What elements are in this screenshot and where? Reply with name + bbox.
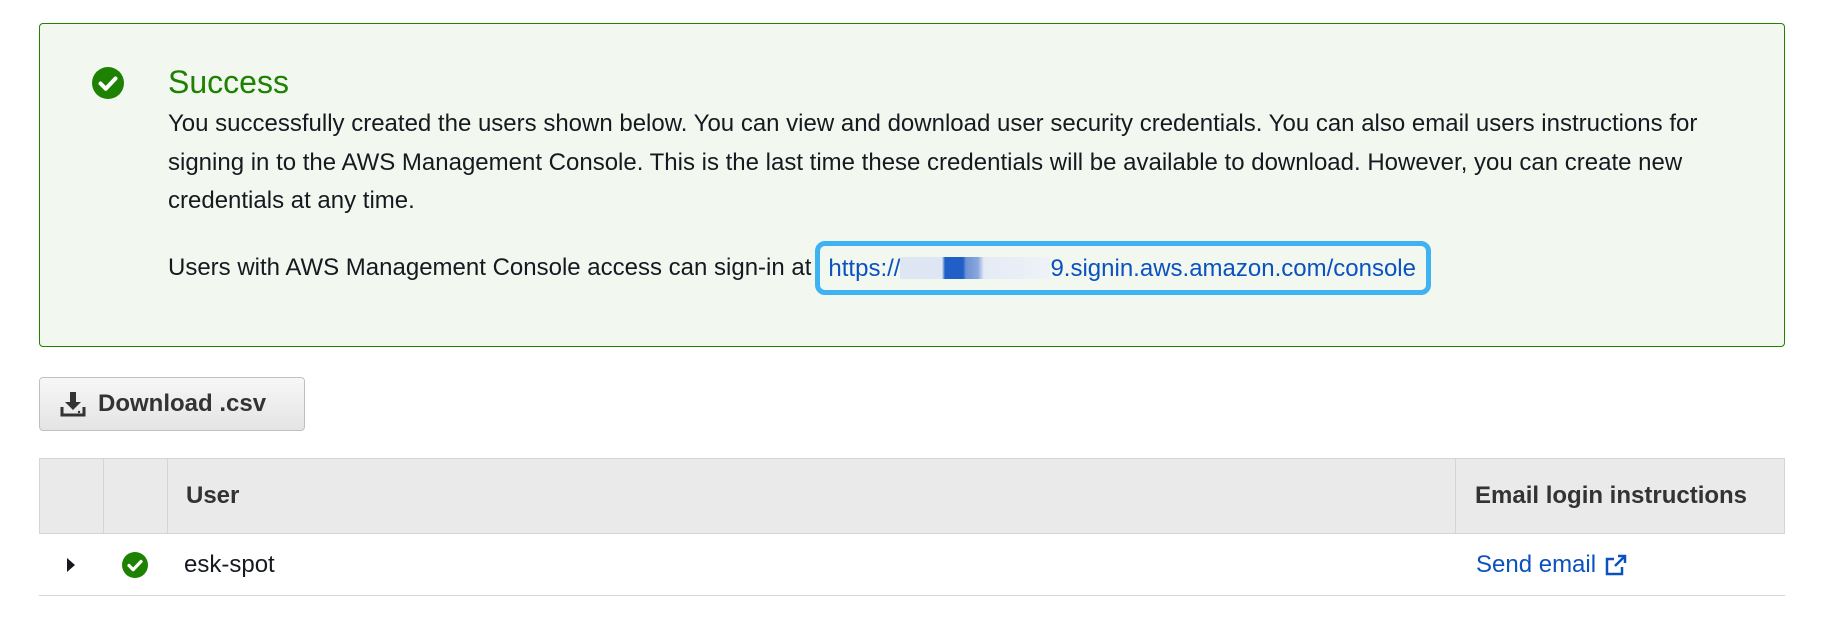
redacted-account-id: [900, 257, 1051, 279]
check-circle-icon: [122, 551, 148, 578]
user-name: esk-spot: [184, 550, 275, 578]
external-link-icon: [1605, 554, 1627, 575]
send-email-label: Send email: [1476, 550, 1597, 578]
signin-line: Users with AWS Management Console access…: [168, 241, 1431, 295]
alert-title: Success: [168, 64, 289, 100]
expand-row-toggle[interactable]: [39, 556, 103, 574]
signin-url-link[interactable]: https:// 9.signin.aws.amazon.com/console: [828, 255, 1416, 282]
success-alert: Success You successfully created the use…: [39, 23, 1785, 347]
send-email-link[interactable]: Send email: [1476, 551, 1628, 579]
header-expand-column: [40, 459, 104, 533]
users-table: User Email login instructions esk-spot S…: [39, 458, 1785, 596]
signin-url-end: 9.signin.aws.amazon.com/console: [1050, 255, 1416, 282]
alert-message: You successfully created the users shown…: [168, 110, 1698, 214]
table-header: User Email login instructions: [39, 458, 1785, 534]
caret-right-icon: [67, 557, 75, 572]
header-user-column[interactable]: User: [168, 459, 1456, 533]
download-icon: [60, 392, 86, 417]
header-email-column: Email login instructions: [1475, 482, 1748, 509]
check-circle-icon: [92, 67, 124, 99]
download-csv-label: Download .csv: [98, 390, 267, 417]
signin-link-highlight: https:// 9.signin.aws.amazon.com/console: [815, 241, 1431, 295]
signin-prefix: Users with AWS Management Console access…: [168, 254, 812, 281]
row-status: [103, 551, 167, 578]
page: Success You successfully created the use…: [0, 0, 1828, 638]
email-cell: Send email: [1457, 551, 1785, 579]
header-status-column: [104, 459, 168, 533]
alert-body: Success You successfully created the use…: [168, 62, 1768, 221]
signin-url-start: https://: [828, 255, 901, 282]
download-csv-button[interactable]: Download .csv: [39, 377, 305, 431]
table-row: esk-spot Send email: [39, 534, 1785, 596]
